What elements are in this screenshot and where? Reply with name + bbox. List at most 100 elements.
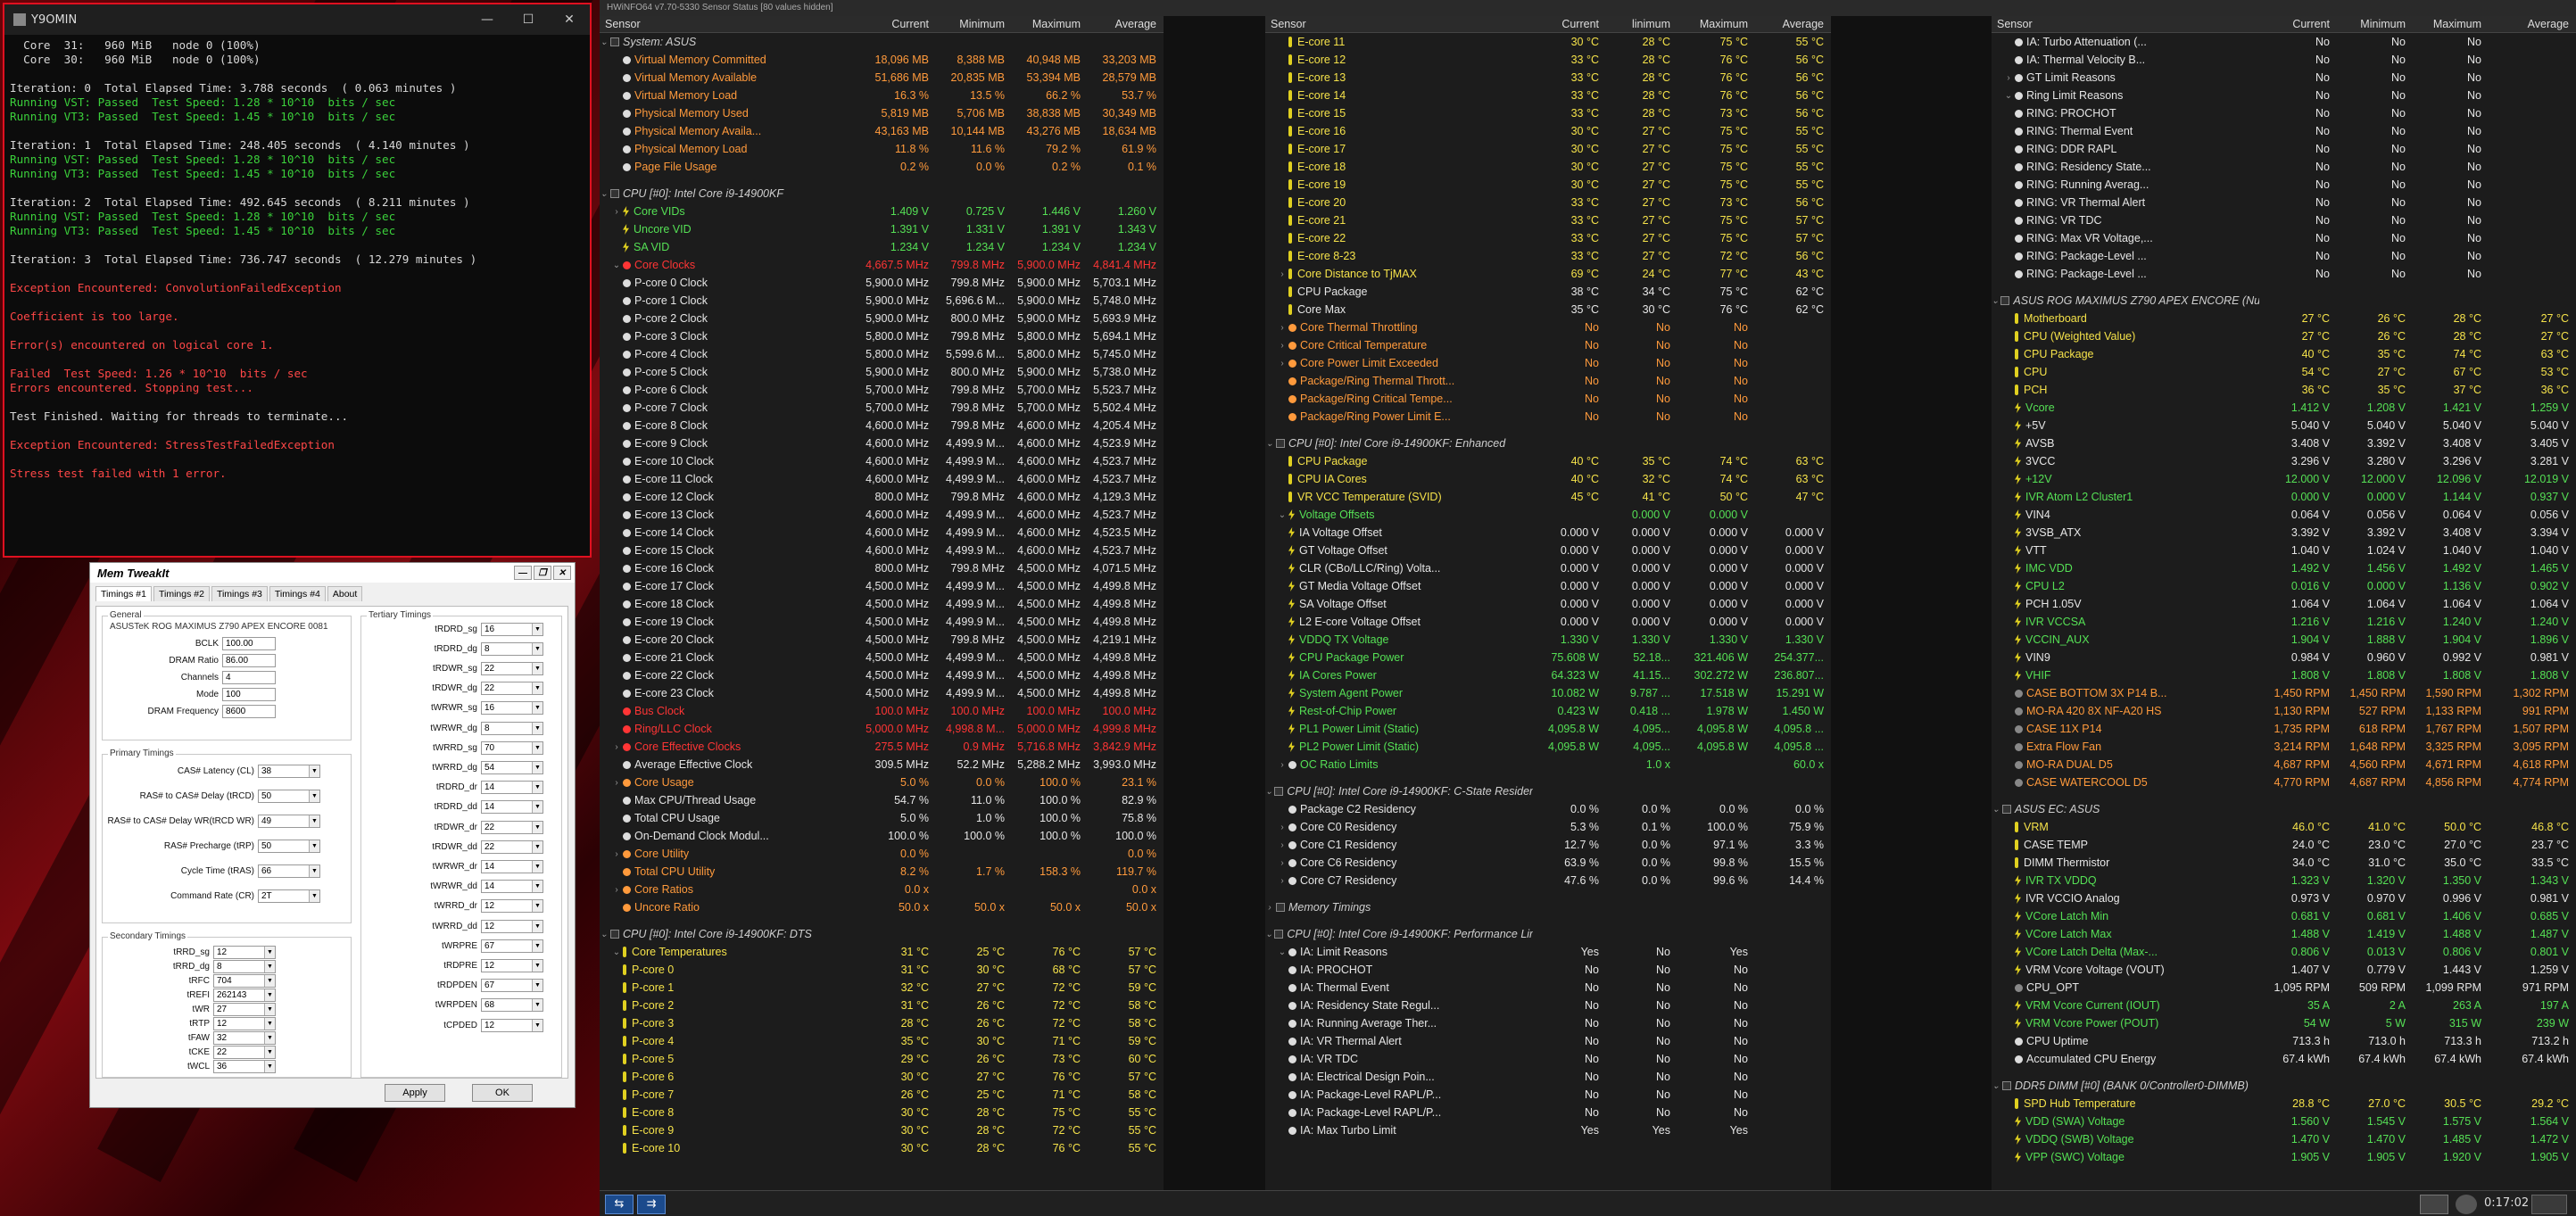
expand-chevron-icon[interactable]: ⌄ — [1992, 805, 2000, 815]
dropdown-arrow-icon[interactable]: ▼ — [264, 960, 275, 972]
dropdown-arrow-icon[interactable]: ▼ — [264, 1060, 275, 1072]
timing-value-field[interactable]: 8600 — [222, 704, 276, 718]
timing-value-field[interactable]: 14 ▼ — [481, 800, 543, 815]
sensor-row[interactable]: IVR Atom L2 Cluster1 0.000 V 0.000 V 1.144 … — [1992, 488, 2576, 506]
sensor-row[interactable]: Average Effective Clock 309.5 MHz 52.2 MHz… — [600, 756, 1164, 773]
column-0[interactable]: Sensor — [1992, 18, 2259, 30]
expand-chevron-icon[interactable]: › — [1278, 823, 1287, 832]
sensor-row[interactable]: ⌄ASUS ROG MAXIMUS Z790 APEX ENCORE (Nuvo… — [1992, 292, 2576, 310]
sensor-row[interactable]: VDD (SWA) Voltage 1.560 V 1.545 V 1.575 V 1.… — [1992, 1113, 2576, 1130]
sensor-row[interactable]: › Core Usage 5.0 % 0.0 % 100.0 % 23.1 % — [600, 773, 1164, 791]
sensor-row[interactable]: RING: Max VR Voltage,... No No No — [1992, 229, 2576, 247]
sensor-row[interactable]: E-core 8 30 °C 28 °C 75 °C 55 °C — [600, 1104, 1164, 1121]
sensor-row[interactable]: GT Voltage Offset 0.000 V 0.000 V 0.000 V 0.… — [1265, 542, 1831, 559]
dropdown-arrow-icon[interactable]: ▼ — [532, 761, 543, 773]
sensor-row[interactable]: E-core 21 33 °C 27 °C 75 °C 57 °C — [1265, 211, 1831, 229]
sensor-row[interactable]: E-core 15 Clock 4,600.0 MHz 4,499.9 M... 4,… — [600, 542, 1164, 559]
column-1[interactable]: Current — [858, 18, 934, 30]
dropdown-arrow-icon[interactable]: ▼ — [532, 702, 543, 715]
timing-value-field[interactable]: 54 ▼ — [481, 760, 543, 774]
close-icon[interactable]: ✕ — [549, 12, 590, 27]
sensor-row[interactable]: RING: VR TDC No No No — [1992, 211, 2576, 229]
sensor-row[interactable]: DIMM Thermistor 34.0 °C 31.0 °C 35.0 °C 33.5… — [1992, 854, 2576, 872]
expand-chevron-icon[interactable]: › — [612, 849, 621, 859]
restore-icon[interactable]: ❐ — [534, 566, 551, 580]
sensor-row[interactable]: › Core Effective Clocks 275.5 MHz 0.9 MHz 5,… — [600, 738, 1164, 756]
timing-value-field[interactable]: 32 ▼ — [213, 1030, 276, 1045]
expand-chevron-icon[interactable]: › — [1278, 323, 1287, 333]
sensor-row[interactable]: ⌄ CPU [#0]: Intel Core i9-14900KF: C-Stat… — [1265, 782, 1831, 800]
expand-chevron-icon[interactable]: ⌄ — [2004, 91, 2013, 101]
network-icon[interactable] — [2420, 1195, 2448, 1214]
timing-value-field[interactable]: 86.00 — [222, 653, 276, 667]
sensor-row[interactable]: E-core 22 33 °C 27 °C 75 °C 57 °C — [1265, 229, 1831, 247]
sensor-row[interactable]: Vcore 1.412 V 1.208 V 1.421 V 1.259 V — [1992, 399, 2576, 417]
sensor-row[interactable] — [1265, 889, 1831, 898]
sensor-row[interactable]: IA Voltage Offset 0.000 V 0.000 V 0.000 V 0.… — [1265, 524, 1831, 542]
sensor-row[interactable]: IA: Electrical Design Poin... No No No — [1265, 1068, 1831, 1086]
sensor-row[interactable]: P-core 5 Clock 5,900.0 MHz 800.0 MHz 5,900.… — [600, 363, 1164, 381]
expand-chevron-icon[interactable]: ⌄ — [1278, 947, 1287, 957]
sensor-row[interactable]: › Core C0 Residency 5.3 % 0.1 % 100.0 % 75.9 … — [1265, 818, 1831, 836]
expand-chevron-icon[interactable]: › — [612, 742, 621, 752]
sensor-row[interactable]: Package/Ring Thermal Thrott... No No No — [1265, 372, 1831, 390]
sensor-row[interactable]: E-core 18 30 °C 27 °C 75 °C 55 °C — [1265, 158, 1831, 176]
sensor-row[interactable]: E-core 14 33 °C 28 °C 76 °C 56 °C — [1265, 87, 1831, 104]
sensor-row[interactable]: RING: PROCHOT No No No — [1992, 104, 2576, 122]
timing-value-field[interactable]: 66 ▼ — [258, 864, 320, 878]
sensor-row[interactable]: SA Voltage Offset 0.000 V 0.000 V 0.000 V 0.… — [1265, 595, 1831, 613]
sensor-row[interactable]: 3VCC 3.296 V 3.280 V 3.296 V 3.281 V — [1992, 452, 2576, 470]
tab-timings-1[interactable]: Timings #1 — [95, 586, 152, 601]
settings-icon[interactable] — [2531, 1195, 2567, 1214]
sensor-row[interactable]: E-core 11 Clock 4,600.0 MHz 4,499.9 M... 4,… — [600, 470, 1164, 488]
tab-timings-3[interactable]: Timings #3 — [211, 586, 268, 601]
expand-chevron-icon[interactable]: › — [1278, 341, 1287, 351]
sensor-row[interactable]: Uncore VID 1.391 V 1.331 V 1.391 V 1.343 V — [600, 220, 1164, 238]
sensor-row[interactable]: CPU Package Power 75.608 W 52.18... 321.406… — [1265, 649, 1831, 666]
expand-chevron-icon[interactable]: ⌄ — [600, 37, 609, 47]
sensor-row[interactable]: P-core 6 Clock 5,700.0 MHz 799.8 MHz 5,700.… — [600, 381, 1164, 399]
expand-chevron-icon[interactable]: ⌄ — [612, 947, 621, 957]
column-0[interactable]: Sensor — [600, 18, 858, 30]
sensor-row[interactable]: IA: VR TDC No No No — [1265, 1050, 1831, 1068]
minimize-icon[interactable]: — — [514, 566, 532, 580]
tab-timings-2[interactable]: Timings #2 — [153, 586, 210, 601]
sensor-panel-2[interactable]: Sensor Current linimum Maximum Average E-core… — [1265, 16, 1831, 1190]
apply-button[interactable]: Apply — [385, 1084, 445, 1102]
sensor-row[interactable]: IA: Package-Level RAPL/P... No No No — [1265, 1104, 1831, 1121]
dropdown-arrow-icon[interactable]: ▼ — [264, 974, 275, 987]
sensor-row[interactable]: IA: PROCHOT No No No — [1265, 961, 1831, 979]
sensor-row[interactable]: RING: Package-Level ... No No No — [1992, 265, 2576, 283]
sensor-row[interactable]: › OC Ratio Limits 1.0 x 60.0 x — [1265, 756, 1831, 773]
sensor-row[interactable]: GT Media Voltage Offset 0.000 V 0.000 V 0.0… — [1265, 577, 1831, 595]
dropdown-arrow-icon[interactable]: ▼ — [264, 989, 275, 1001]
timing-value-field[interactable]: 50 ▼ — [258, 789, 320, 803]
expand-chevron-icon[interactable]: › — [612, 885, 621, 895]
dropdown-arrow-icon[interactable]: ▼ — [532, 642, 543, 655]
column-4[interactable]: Average — [2487, 18, 2574, 30]
sensor-row[interactable]: CPU 54 °C 27 °C 67 °C 53 °C — [1992, 363, 2576, 381]
timing-value-field[interactable]: 14 ▼ — [481, 781, 543, 795]
sensor-row[interactable]: › Memory Timings — [1265, 898, 1831, 916]
sensor-row[interactable]: E-core 8 Clock 4,600.0 MHz 799.8 MHz 4,600.… — [600, 417, 1164, 434]
sensor-row[interactable]: › Core Utility 0.0 % 0.0 % — [600, 845, 1164, 863]
sensor-row[interactable]: ⌄ ASUS EC: ASUS — [1992, 800, 2576, 818]
timing-value-field[interactable]: 16 ▼ — [481, 701, 543, 716]
sensor-row[interactable]: SA VID 1.234 V 1.234 V 1.234 V 1.234 V — [600, 238, 1164, 256]
sensor-row[interactable]: IMC VDD 1.492 V 1.456 V 1.492 V 1.465 V — [1992, 559, 2576, 577]
sensor-row[interactable]: E-core 22 Clock 4,500.0 MHz 4,499.9 M... 4,… — [600, 666, 1164, 684]
column-1[interactable]: Current — [2259, 18, 2335, 30]
timing-value-field[interactable]: 2T ▼ — [258, 889, 320, 903]
sensor-row[interactable]: ⌄ CPU [#0]: Intel Core i9-14900KF — [600, 185, 1164, 203]
sensor-row[interactable]: Core Max 35 °C 30 °C 76 °C 62 °C — [1265, 301, 1831, 318]
sensor-row[interactable]: CPU Package 40 °C 35 °C 74 °C 63 °C — [1265, 452, 1831, 470]
sensor-row[interactable]: › Core Thermal Throttling No No No — [1265, 318, 1831, 336]
sensor-row[interactable]: ⌄ IA: Limit Reasons Yes No Yes — [1265, 943, 1831, 961]
sensor-row[interactable]: ⌄ Core Clocks 4,667.5 MHz 799.8 MHz 5,900.0 … — [600, 256, 1164, 274]
sensor-row[interactable]: IVR TX VDDQ 1.323 V 1.320 V 1.350 V 1.343 V — [1992, 872, 2576, 889]
column-0[interactable]: Sensor — [1265, 18, 1533, 30]
sensor-row[interactable]: RING: Residency State... No No No — [1992, 158, 2576, 176]
dropdown-arrow-icon[interactable]: ▼ — [532, 881, 543, 893]
column-2[interactable]: Minimum — [2335, 18, 2411, 30]
sensor-row[interactable]: PCH 1.05V 1.064 V 1.064 V 1.064 V 1.064 V — [1992, 595, 2576, 613]
